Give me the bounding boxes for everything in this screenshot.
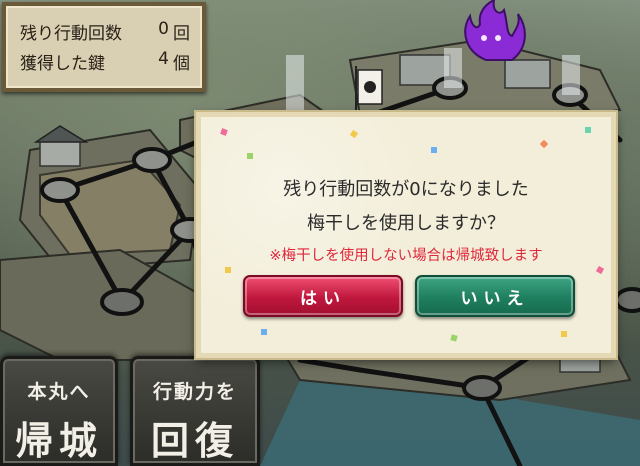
purple-flame-icon — [464, 0, 526, 61]
yes-button[interactable]: はい — [243, 275, 403, 317]
confetti-piece — [349, 129, 359, 139]
confetti-piece — [450, 334, 458, 342]
yes-button-label: はい — [300, 288, 346, 309]
recover-button-large-label: 回復 — [150, 418, 239, 463]
keys-row: 獲得した鍵 4 個 — [20, 46, 190, 76]
keys-unit: 個 — [173, 53, 190, 74]
no-button[interactable]: いいえ — [415, 275, 575, 317]
confetti-piece — [261, 329, 267, 335]
dialog-warning-text: ※梅干しを使用しない場合は帰城致します — [269, 248, 543, 264]
recover-button-small-label: 行動力を — [152, 381, 237, 403]
confetti-piece — [225, 267, 231, 273]
return-to-castle-button[interactable]: 本丸へ 帰城 — [0, 356, 118, 466]
status-panel: 残り行動回数 0 回 獲得した鍵 4 個 — [2, 2, 206, 92]
return-button-small-label: 本丸へ — [27, 381, 91, 403]
confetti-piece — [431, 147, 437, 153]
confetti-piece — [247, 153, 253, 159]
return-button-large-label: 帰城 — [14, 418, 103, 463]
confetti-piece — [561, 331, 567, 337]
keys-label: 獲得した鍵 — [20, 53, 105, 74]
keys-value: 4 — [158, 48, 169, 69]
confetti-piece — [539, 139, 549, 149]
remaining-actions-row: 残り行動回数 0 回 — [20, 16, 190, 46]
remaining-actions-value: 0 — [158, 18, 169, 39]
confetti-piece — [220, 128, 228, 136]
remaining-actions-label: 残り行動回数 — [20, 23, 122, 44]
confetti-piece — [585, 127, 591, 133]
recover-action-button[interactable]: 行動力を 回復 — [130, 356, 260, 466]
no-button-label: いいえ — [460, 288, 530, 309]
umeboshi-confirm-dialog: 残り行動回数が0になりました 梅干しを使用しますか？ ※梅干しを使用しない場合は… — [194, 110, 618, 360]
dialog-message-line1: 残り行動回数が0になりました — [283, 179, 529, 200]
confetti-piece — [595, 265, 605, 275]
dialog-message-line2: 梅干しを使用しますか？ — [307, 213, 505, 234]
remaining-actions-unit: 回 — [173, 23, 190, 44]
